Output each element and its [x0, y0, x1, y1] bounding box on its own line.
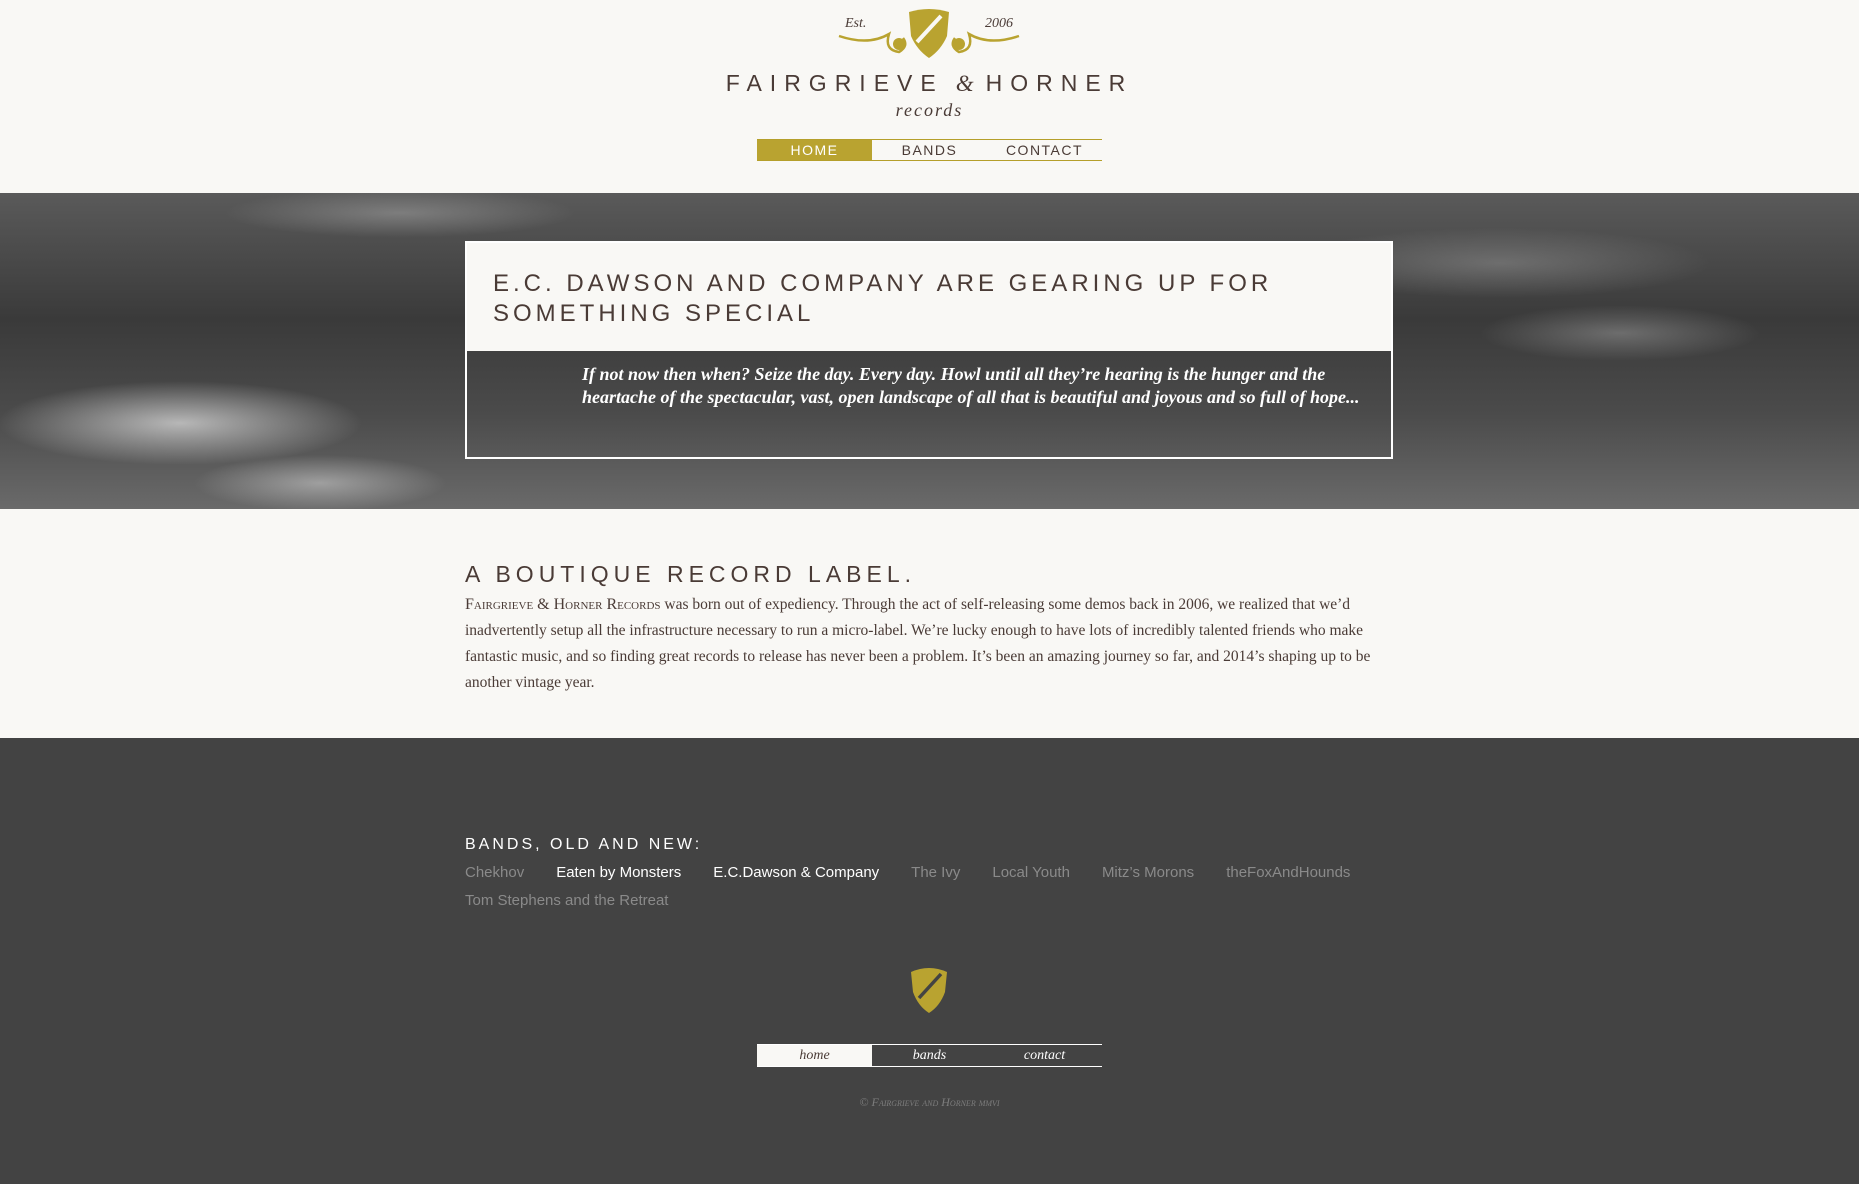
copyright-text: © Fairgrieve and Horner mmvi [859, 1095, 1000, 1109]
about-lead: Fairgrieve & Horner Records [465, 596, 661, 613]
band-link-thefoxandhounds[interactable]: theFoxAndHounds [1226, 861, 1350, 885]
featured-story-quote: If not now then when? Seize the day. Eve… [582, 364, 1360, 407]
year-label: 2006 [985, 16, 1013, 31]
about-paragraph: Fairgrieve & Horner Records was born out… [465, 592, 1395, 696]
band-link-local-youth[interactable]: Local Youth [992, 861, 1070, 885]
footer-nav-contact-link[interactable]: contact [987, 1045, 1102, 1066]
featured-story-card[interactable]: E.C. Dawson and Company are gearing up f… [465, 241, 1393, 459]
band-link-mitzs-morons[interactable]: Mitz’s Morons [1102, 861, 1194, 885]
featured-story-title[interactable]: E.C. Dawson and Company are gearing up f… [493, 269, 1365, 329]
brand-ampersand: & [955, 71, 974, 96]
about-heading: A boutique record label. [465, 561, 917, 587]
footer-nav-bands-link[interactable]: bands [872, 1045, 987, 1066]
hero-banner: E.C. Dawson and Company are gearing up f… [0, 193, 1859, 509]
nav-contact-link[interactable]: CONTACT [987, 140, 1102, 160]
shield-icon[interactable] [907, 966, 951, 1014]
brand-title[interactable]: FAIRGRIEVE & HORNER [0, 70, 1859, 97]
crest-logo[interactable]: Est. 2006 [829, 6, 1029, 62]
nav-bands-link[interactable]: BANDS [872, 140, 987, 160]
band-link-ec-dawson[interactable]: E.C.Dawson & Company [713, 861, 879, 885]
footer-nav-home-link[interactable]: home [757, 1045, 872, 1066]
brand-left: FAIRGRIEVE [725, 70, 944, 96]
brand-right: HORNER [985, 70, 1134, 96]
band-link-eaten-by-monsters[interactable]: Eaten by Monsters [556, 861, 681, 885]
nav-home-link[interactable]: HOME [757, 140, 872, 160]
band-list: Chekhov Eaten by Monsters E.C.Dawson & C… [465, 861, 1365, 913]
site-header: Est. 2006 FAIRGRIEVE & HORNER records HOME… [0, 0, 1859, 193]
main-nav: HOME BANDS CONTACT [757, 139, 1102, 161]
brand-subtitle: records [895, 100, 964, 120]
footer-nav: home bands contact [757, 1044, 1102, 1067]
featured-story-header: E.C. Dawson and Company are gearing up f… [467, 243, 1391, 351]
band-link-the-ivy[interactable]: The Ivy [911, 861, 960, 885]
bands-heading: Bands, old and new: [465, 836, 703, 853]
shield-crest-icon [838, 9, 1020, 58]
site-footer: Bands, old and new: Chekhov Eaten by Mon… [0, 738, 1859, 1184]
about-section: A boutique record label. Fairgrieve & Ho… [0, 509, 1859, 738]
band-link-chekhov[interactable]: Chekhov [465, 861, 524, 885]
band-link-tom-stephens[interactable]: Tom Stephens and the Retreat [465, 889, 668, 913]
